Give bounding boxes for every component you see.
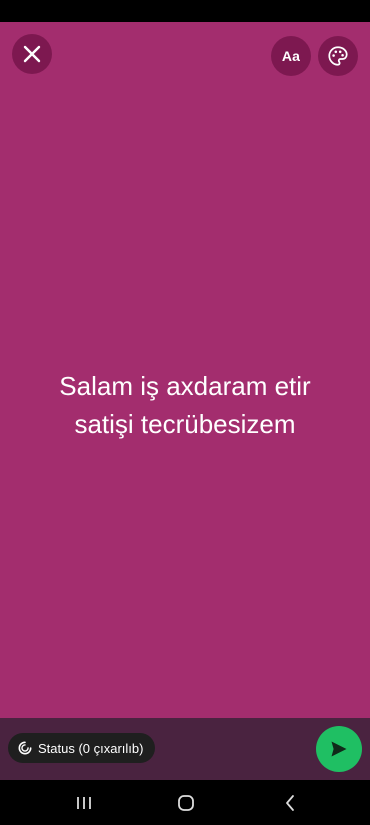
system-navigation-bar [0,780,370,825]
home-icon [178,795,194,811]
send-icon [331,741,347,757]
back-icon [286,795,294,811]
status-message-text[interactable]: Salam iş axdaram etir satişi tecrübesize… [0,367,370,443]
status-bottom-bar: Status (0 çıxarılıb) [0,718,370,780]
status-privacy-label: Status (0 çıxarılıb) [38,740,144,756]
send-button[interactable] [316,726,362,772]
message-line: satişi tecrübesizem [74,409,296,439]
color-palette-button[interactable] [318,36,358,76]
recent-apps-button[interactable] [72,792,96,814]
recent-apps-icon [77,797,91,809]
status-privacy-button[interactable]: Status (0 çıxarılıb) [8,733,156,763]
message-line: Salam iş axdaram etir [59,371,311,401]
close-button[interactable] [12,34,52,74]
back-button[interactable] [278,792,302,814]
palette-icon [328,46,348,66]
system-status-bar [0,0,370,22]
status-text-canvas[interactable]: Aa Salam iş axdaram etir satişi tecrübes… [0,22,370,718]
close-icon [23,45,41,63]
home-button[interactable] [174,792,198,814]
status-icon [18,741,32,755]
font-style-label: Aa [281,48,301,64]
font-style-button[interactable]: Aa [271,36,311,76]
